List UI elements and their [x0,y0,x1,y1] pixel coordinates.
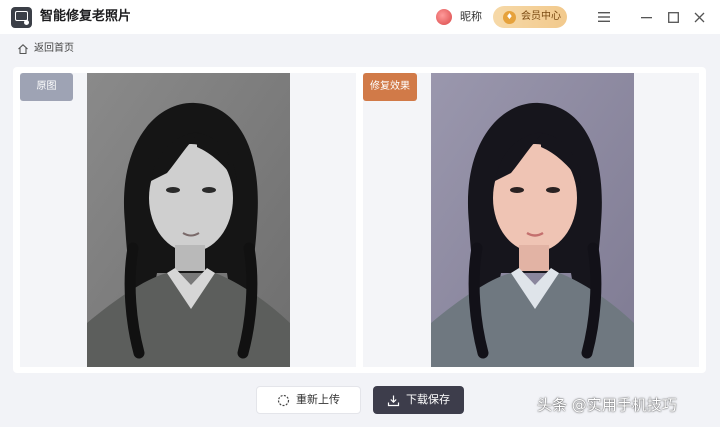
minimize-icon [640,16,652,18]
repaired-panel: 修复效果 [363,73,699,367]
hamburger-icon [598,12,610,22]
app-logo-icon [11,7,32,28]
watermark-text: 头条 @实用手机技巧 [537,396,677,414]
reupload-label: 重新上传 [296,393,340,406]
back-home-link[interactable]: 返回首页 [17,43,74,55]
vip-center-label: 会员中心 [521,11,561,22]
repaired-tag: 修复效果 [363,73,417,101]
vip-center-button[interactable]: ♦ 会员中心 [493,6,567,28]
download-save-button[interactable]: 下载保存 [373,386,464,414]
reupload-button[interactable]: 重新上传 [256,386,361,414]
comparison-card: 原图 修复效果 [13,67,706,373]
home-icon [18,44,28,55]
maximize-button[interactable] [664,8,682,26]
vip-crown-icon: ♦ [503,10,516,24]
app-title: 智能修复老照片 [40,9,132,24]
close-button[interactable] [690,8,708,26]
user-avatar[interactable] [436,9,452,25]
user-nickname[interactable]: 昵称 [460,10,482,24]
original-panel: 原图 [20,73,356,367]
original-photo [87,73,290,367]
back-home-label: 返回首页 [34,43,74,54]
repaired-photo [431,73,634,367]
download-icon [387,395,400,406]
menu-button[interactable] [595,8,613,26]
maximize-icon [667,11,679,23]
close-icon [694,12,704,22]
minimize-button[interactable] [637,8,655,26]
original-tag: 原图 [20,73,73,101]
download-save-label: 下载保存 [406,393,450,406]
refresh-icon [277,394,290,406]
title-bar: 智能修复老照片 昵称 ♦ 会员中心 [0,0,720,34]
